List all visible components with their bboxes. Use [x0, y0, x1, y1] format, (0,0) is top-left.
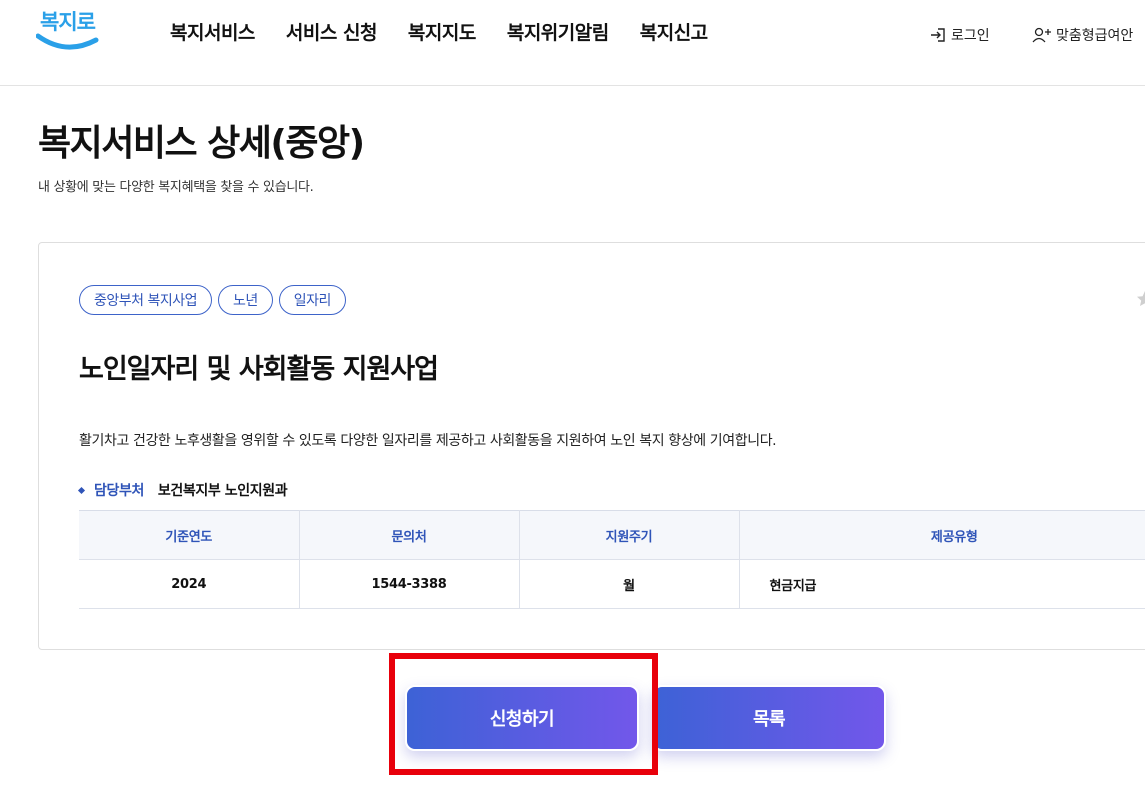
service-info-table: 기준연도 문의처 지원주기 제공유형 2024 1544-3388 월 현금지급	[79, 510, 1145, 609]
department-value: 보건복지부 노인지원과	[157, 483, 288, 499]
bullet-icon	[77, 486, 86, 494]
main-nav: 복지서비스 서비스 신청 복지지도 복지위기알림 복지신고	[170, 18, 708, 45]
header-support-cycle: 지원주기	[519, 510, 740, 560]
cell-provision-type: 현금지급	[739, 559, 1145, 609]
login-label: 로그인	[951, 28, 990, 44]
department-info: 담당부처 보건복지부 노인지원과	[77, 480, 288, 500]
header-contact: 문의처	[299, 510, 520, 560]
list-button[interactable]: 목록	[652, 685, 886, 751]
table-header-row: 기준연도 문의처 지원주기 제공유형	[79, 510, 1145, 560]
custom-benefit-link[interactable]: 맞춤형급여안	[1032, 25, 1133, 45]
header-provision-type: 제공유형	[739, 510, 1145, 560]
header-base-year: 기준연도	[79, 510, 300, 560]
apply-button[interactable]: 신청하기	[405, 685, 639, 751]
cell-contact: 1544-3388	[299, 559, 520, 609]
service-detail-card: 중앙부처 복지사업 노년 일자리 노인일자리 및 사회활동 지원사업 활기차고 …	[38, 242, 1145, 650]
login-icon	[931, 28, 945, 42]
department-label: 담당부처	[94, 483, 144, 499]
tag-central-ministry[interactable]: 중앙부처 복지사업	[79, 285, 212, 315]
nav-welfare-report[interactable]: 복지신고	[640, 18, 708, 45]
nav-welfare-map[interactable]: 복지지도	[408, 18, 476, 45]
nav-service-apply[interactable]: 서비스 신청	[286, 18, 378, 45]
cell-support-cycle: 월	[519, 559, 740, 609]
table-row: 2024 1544-3388 월 현금지급	[79, 559, 1145, 609]
user-plus-icon	[1032, 27, 1051, 43]
bookmark-star-icon[interactable]	[1135, 289, 1145, 309]
custom-benefit-label: 맞춤형급여안	[1056, 28, 1134, 44]
nav-welfare-service[interactable]: 복지서비스	[170, 18, 255, 45]
page-title: 복지서비스 상세(중앙)	[38, 123, 365, 164]
service-description: 활기차고 건강한 노후생활을 영위할 수 있도록 다양한 일자리를 제공하고 사…	[79, 433, 777, 449]
cell-base-year: 2024	[79, 559, 300, 609]
service-title: 노인일자리 및 사회활동 지원사업	[79, 354, 439, 385]
tag-senior[interactable]: 노년	[218, 285, 273, 315]
site-logo[interactable]: 복지로	[36, 4, 100, 60]
page-subtitle: 내 상황에 맞는 다양한 복지혜택을 찾을 수 있습니다.	[38, 180, 314, 195]
logo-swoosh-icon	[36, 33, 99, 50]
service-tags: 중앙부처 복지사업 노년 일자리	[79, 285, 346, 315]
site-header: 복지로 복지서비스 서비스 신청 복지지도 복지위기알림 복지신고 로그인 맞춤…	[0, 0, 1145, 86]
login-link[interactable]: 로그인	[929, 25, 990, 45]
nav-welfare-alert[interactable]: 복지위기알림	[507, 18, 609, 45]
tag-job[interactable]: 일자리	[278, 285, 346, 315]
